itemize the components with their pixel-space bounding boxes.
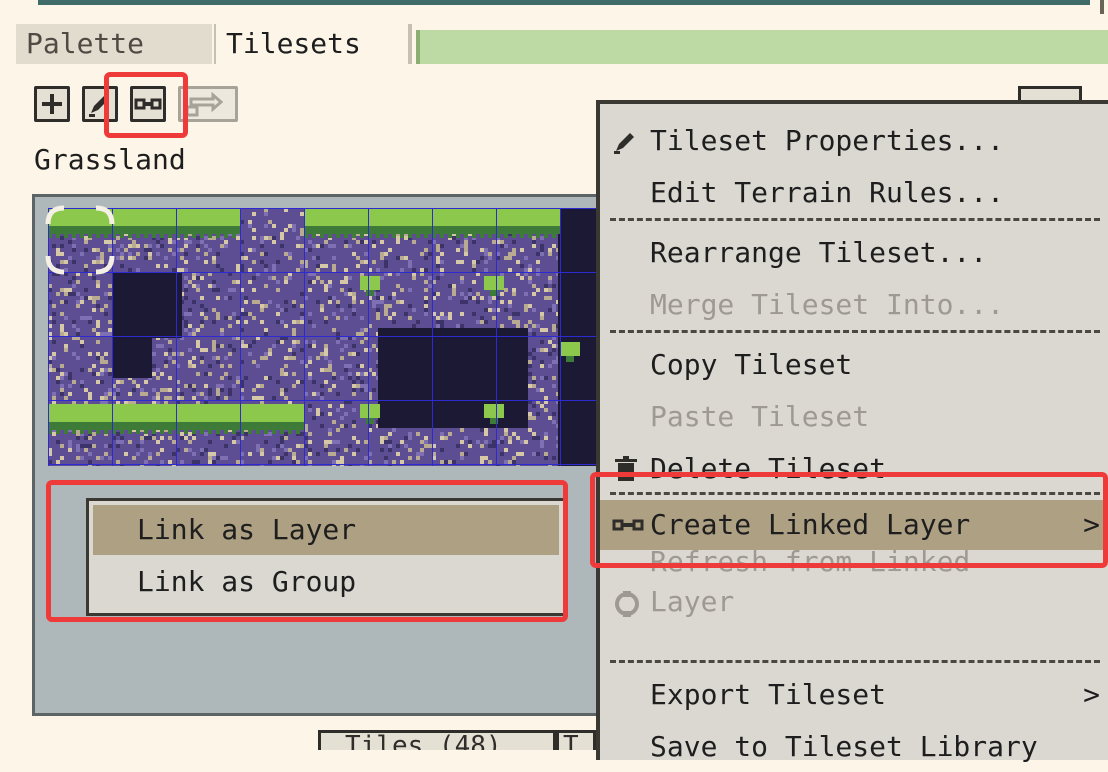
pencil-icon [612,116,640,166]
top-strip [0,0,1108,14]
menu-item-label: Copy Tileset [650,348,853,381]
tile-selection-cursor [45,205,115,275]
menu-item-copy-tileset[interactable]: Copy Tileset [600,340,1108,390]
menu-separator [610,218,1100,221]
menu-item-label: Rearrange Tileset... [650,236,988,269]
submenu-arrow-icon: > [1083,678,1100,711]
annotation-box-link-button [104,72,188,138]
menu-item-label: Save to Tileset Library [650,730,1038,763]
tab-tilesets[interactable]: Tilesets [214,24,412,64]
tileset-context-menu: Tileset Properties... Edit Terrain Rules… [596,100,1108,763]
annotation-box-create-linked-layer [590,472,1108,568]
annotation-box-link-submenu [46,480,568,622]
menu-item-label: Edit Terrain Rules... [650,176,1005,209]
tab-palette[interactable]: Palette [16,24,212,64]
tab-second[interactable]: T [556,730,596,750]
menu-item-label: Export Tileset [650,678,887,711]
menu-item-label: Paste Tileset [650,400,870,433]
menu-item-tileset-properties[interactable]: Tileset Properties... [600,116,1108,166]
tab-bar-fill [416,30,1108,64]
refresh-link-icon [612,582,642,626]
menu-item-paste-tileset[interactable]: Paste Tileset [600,392,1108,442]
menu-item-save-to-library[interactable]: Save to Tileset Library [600,722,1108,772]
tileset-image [48,208,608,466]
menu-separator [610,330,1100,333]
menu-item-export-tileset[interactable]: Export Tileset > [600,670,1108,720]
add-tileset-button[interactable] [34,86,70,122]
menu-item-label: Layer [650,585,735,618]
menu-item-refresh-linked-layer[interactable]: Layer [600,582,1108,630]
tileset-grid[interactable] [48,208,608,466]
menu-item-rearrange-tileset[interactable]: Rearrange Tileset... [600,228,1108,278]
menu-item-edit-terrain-rules[interactable]: Edit Terrain Rules... [600,168,1108,218]
refresh-link-icon [185,91,224,117]
menu-item-label: Merge Tileset Into... [650,288,1005,321]
window-edge [1100,0,1104,14]
tileset-name: Grassland [34,143,186,176]
menu-separator [610,660,1100,663]
menu-item-label: Tileset Properties... [650,124,1005,157]
tab-tiles[interactable]: Tiles (48) [318,730,556,750]
menu-item-merge-tileset[interactable]: Merge Tileset Into... [600,280,1108,330]
top-toolbar-edge [38,0,1090,5]
plus-icon [42,94,62,114]
